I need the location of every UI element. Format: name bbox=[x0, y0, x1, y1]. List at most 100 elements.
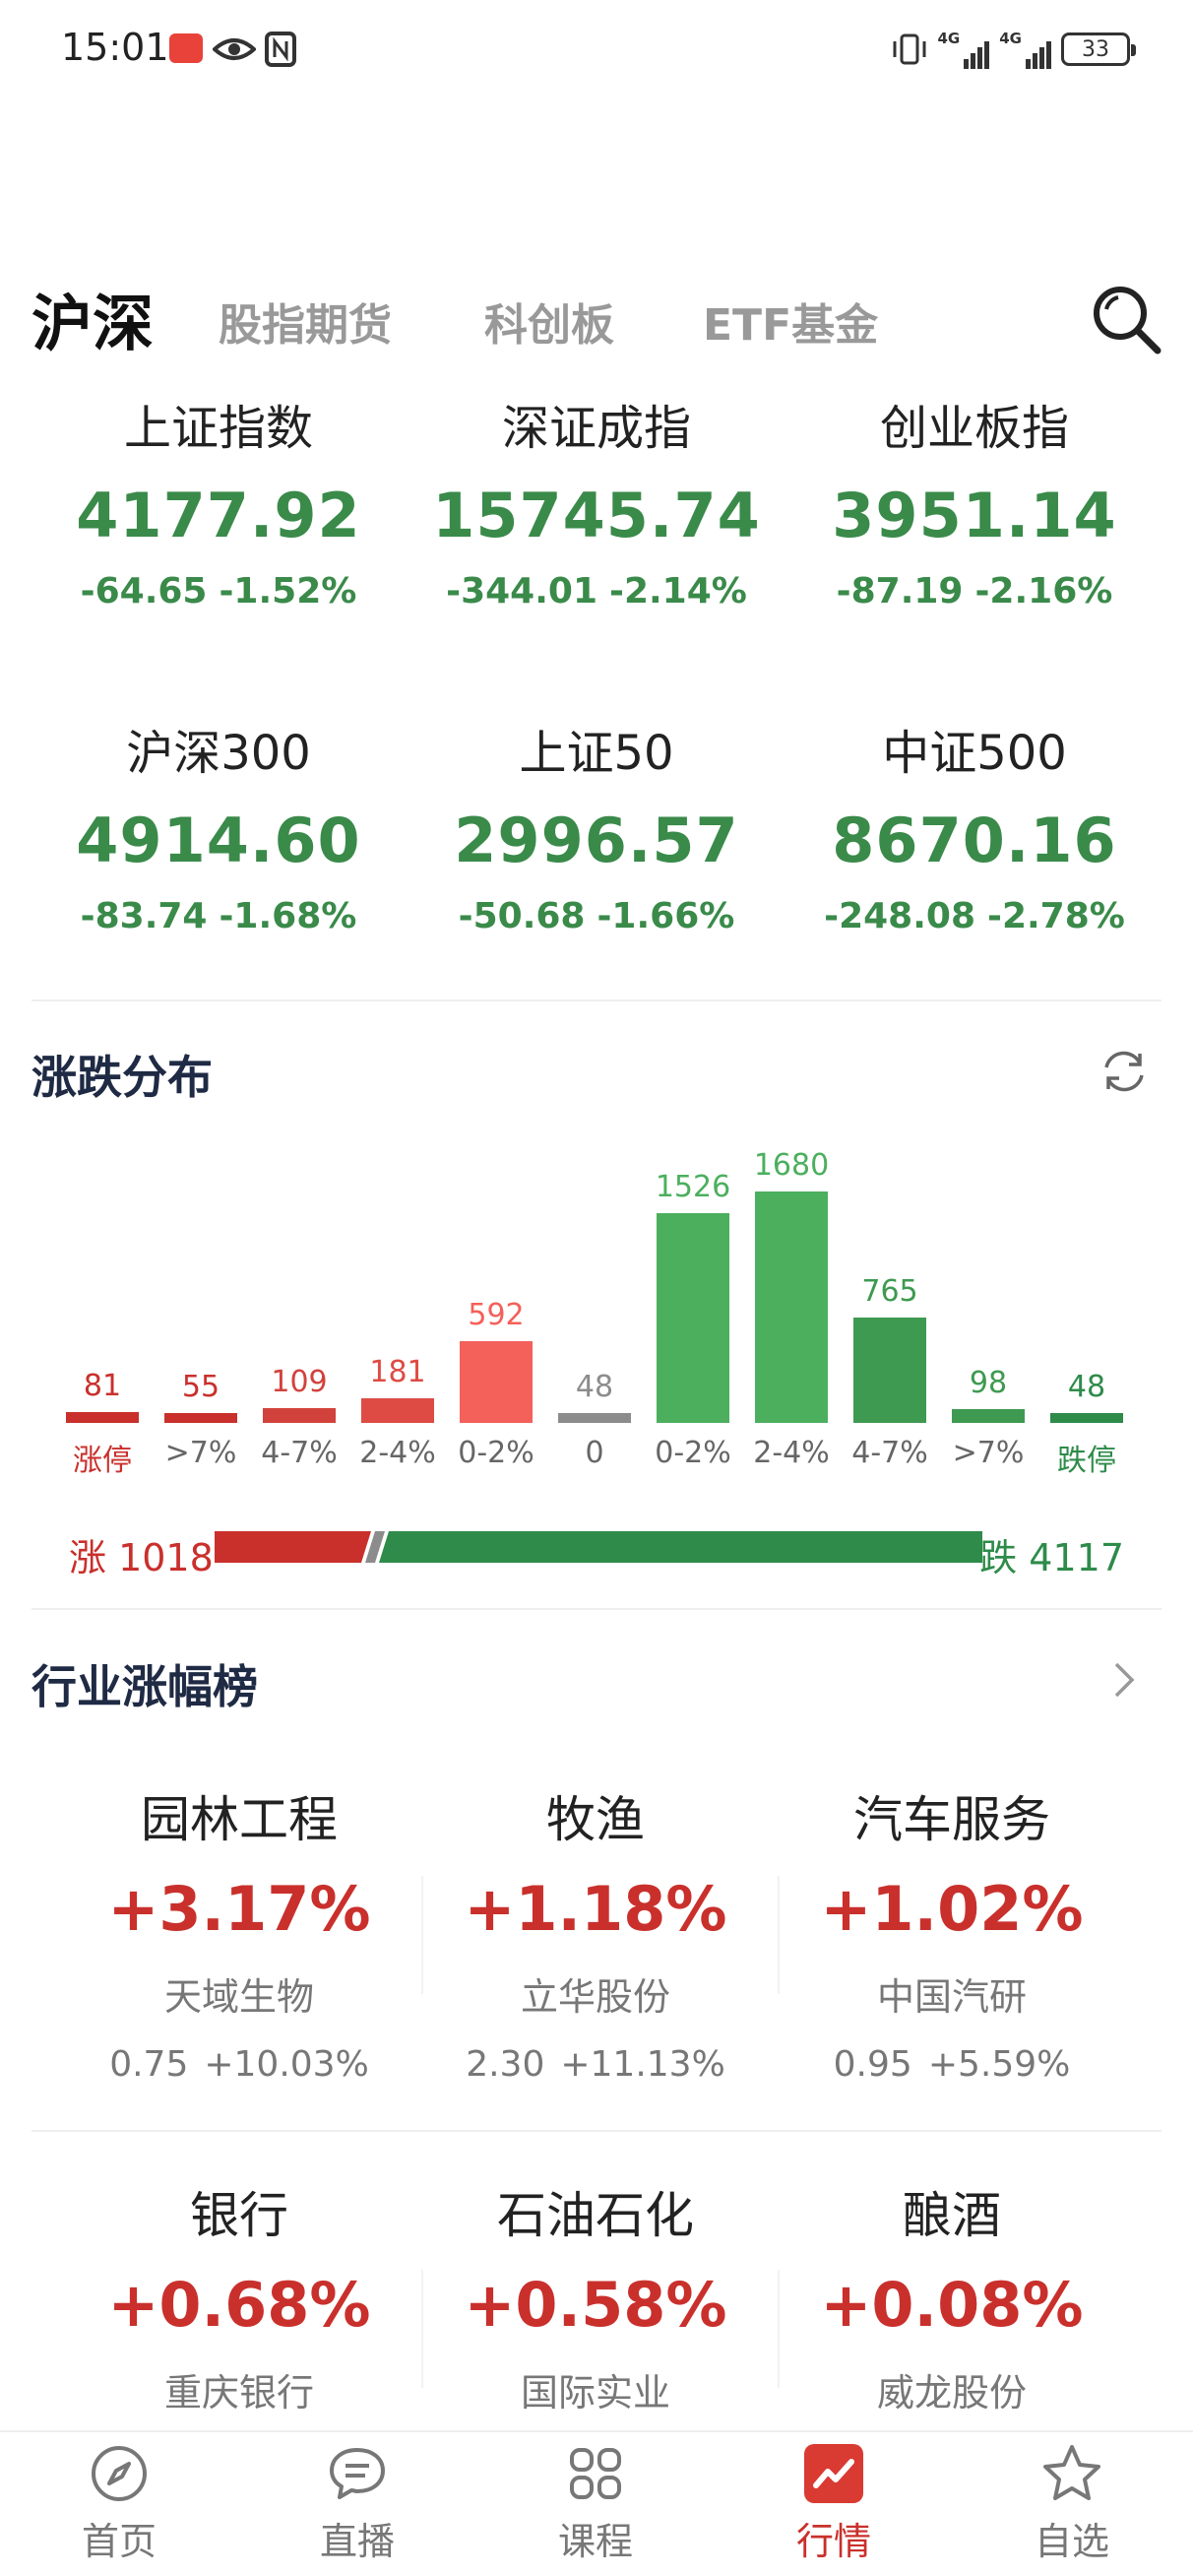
industry-card[interactable]: 银行 +0.68% 重庆银行 bbox=[61, 2176, 417, 2416]
index-card[interactable]: 创业板指 3951.14 -87.19 -2.16% bbox=[783, 389, 1166, 612]
compass-icon bbox=[92, 2446, 147, 2501]
industry-card[interactable]: 酿酒 +0.08% 威龙股份 bbox=[774, 2176, 1130, 2416]
index-change: -50.68 -1.66% bbox=[458, 896, 735, 936]
industry-pct: +1.18% bbox=[464, 1873, 727, 1945]
chat-bubble-icon bbox=[330, 2448, 385, 2499]
bar-value-label: 1526 bbox=[655, 1170, 731, 1204]
bar-category-label: >7% bbox=[164, 1436, 237, 1470]
lead-stock-quote: 0.95 +5.59% bbox=[833, 2044, 1071, 2085]
nav-market[interactable]: 行情 bbox=[715, 2442, 953, 2565]
status-bar: 15:01 4G 4G 33 bbox=[0, 0, 1193, 98]
index-name: 创业板指 bbox=[879, 401, 1069, 456]
bar-category-label: 涨停 bbox=[73, 1444, 132, 1478]
chart-bar bbox=[164, 1413, 237, 1423]
bar-value-label: 181 bbox=[369, 1355, 426, 1389]
app-notification-icon bbox=[169, 33, 203, 63]
index-card[interactable]: 上证指数 4177.92 -64.65 -1.52% bbox=[27, 389, 410, 612]
distribution-title: 涨跌分布 bbox=[31, 1051, 213, 1104]
index-change: -83.74 -1.68% bbox=[80, 896, 357, 936]
bar-category-label: 跌停 bbox=[1057, 1444, 1116, 1478]
bar-value-label: 55 bbox=[181, 1370, 220, 1404]
tab-index-futures[interactable]: 股指期货 bbox=[219, 290, 392, 353]
bar-value-label: 98 bbox=[969, 1366, 1008, 1400]
index-name: 上证指数 bbox=[123, 401, 313, 456]
index-value: 2996.57 bbox=[454, 805, 739, 876]
tab-hushen[interactable]: 沪深 bbox=[31, 274, 154, 362]
index-card[interactable]: 沪深300 4914.60 -83.74 -1.68% bbox=[27, 714, 410, 936]
bar-value-label: 81 bbox=[83, 1369, 122, 1403]
distribution-chart: 81 涨停 55 >7% 109 4-7% 181 2-4% 592 0-2% 48 0 1526 0-2… bbox=[0, 1123, 1193, 1497]
tab-etf[interactable]: ETF基金 bbox=[703, 290, 878, 353]
nav-courses[interactable]: 课程 bbox=[476, 2442, 715, 2565]
search-icon[interactable] bbox=[1087, 280, 1165, 358]
index-card[interactable]: 中证500 8670.16 -248.08 -2.78% bbox=[783, 714, 1166, 936]
bar-value-label: 48 bbox=[1067, 1370, 1106, 1404]
chevron-right-icon[interactable] bbox=[1104, 1658, 1144, 1702]
index-name: 中证500 bbox=[882, 726, 1067, 781]
bar-category-label: 2-4% bbox=[359, 1436, 436, 1470]
battery-icon: 33 bbox=[1061, 32, 1136, 66]
index-value: 3951.14 bbox=[832, 480, 1117, 551]
lead-stock-quote: 0.75 +10.03% bbox=[109, 2044, 369, 2085]
chart-bar bbox=[657, 1213, 729, 1423]
index-value: 4914.60 bbox=[76, 805, 361, 876]
nav-watchlist[interactable]: 自选 bbox=[953, 2442, 1191, 2565]
signal-icon: 4G bbox=[938, 30, 990, 69]
lead-stock: 威龙股份 bbox=[876, 2371, 1027, 2415]
bar-value-label: 109 bbox=[271, 1365, 328, 1399]
industry-card[interactable]: 石油石化 +0.58% 国际实业 bbox=[417, 2176, 774, 2416]
nfc-icon bbox=[265, 32, 296, 67]
status-right: 4G 4G 33 bbox=[891, 28, 1136, 71]
signal-icon: 4G bbox=[999, 30, 1051, 69]
chart-bar bbox=[853, 1318, 926, 1423]
ratio-up-segment bbox=[215, 1531, 371, 1563]
bar-category-label: >7% bbox=[952, 1436, 1025, 1470]
index-value: 8670.16 bbox=[832, 805, 1117, 876]
industry-card[interactable]: 园林工程 +3.17% 天域生物 0.75 +10.03% bbox=[61, 1780, 417, 2085]
industry-pct: +0.68% bbox=[107, 2269, 371, 2341]
star-icon bbox=[1043, 2445, 1100, 2500]
industry-name: 酿酒 bbox=[903, 2187, 1001, 2244]
industry-pct: +3.17% bbox=[107, 1873, 371, 1945]
ratio-down-segment bbox=[379, 1531, 982, 1563]
industry-name: 汽车服务 bbox=[853, 1791, 1050, 1848]
bar-value-label: 592 bbox=[468, 1298, 525, 1332]
chart-bar bbox=[361, 1398, 434, 1423]
grid-icon bbox=[570, 2448, 621, 2499]
chart-bar bbox=[558, 1413, 631, 1423]
industry-pct: +0.58% bbox=[464, 2269, 727, 2341]
lead-stock: 中国汽研 bbox=[876, 1975, 1027, 2019]
chart-bar bbox=[952, 1409, 1025, 1423]
industry-card[interactable]: 牧渔 +1.18% 立华股份 2.30 +11.13% bbox=[417, 1780, 774, 2085]
bar-category-label: 0-2% bbox=[655, 1436, 731, 1470]
refresh-icon[interactable] bbox=[1097, 1044, 1152, 1099]
index-name: 上证50 bbox=[519, 726, 674, 781]
bar-category-label: 0-2% bbox=[458, 1436, 534, 1470]
tab-star-market[interactable]: 科创板 bbox=[484, 290, 614, 353]
down-count: 跌 4117 bbox=[979, 1536, 1124, 1579]
chart-bar bbox=[66, 1412, 139, 1423]
index-name: 深证成指 bbox=[501, 401, 691, 456]
bar-category-label: 4-7% bbox=[261, 1436, 338, 1470]
chart-bar bbox=[460, 1341, 533, 1423]
nav-live[interactable]: 直播 bbox=[238, 2442, 476, 2565]
nav-home[interactable]: 首页 bbox=[0, 2442, 238, 2565]
up-count: 涨 1018 bbox=[69, 1536, 214, 1579]
bar-category-label: 4-7% bbox=[851, 1436, 928, 1470]
industry-card[interactable]: 汽车服务 +1.02% 中国汽研 0.95 +5.59% bbox=[774, 1780, 1130, 2085]
up-down-ratio: 涨 1018 跌 4117 bbox=[0, 1521, 1193, 1580]
index-card[interactable]: 深证成指 15745.74 -344.01 -2.14% bbox=[405, 389, 788, 612]
index-name: 沪深300 bbox=[126, 726, 311, 781]
index-card[interactable]: 上证50 2996.57 -50.68 -1.66% bbox=[405, 714, 788, 936]
nav-label: 课程 bbox=[557, 2520, 633, 2563]
bar-value-label: 1680 bbox=[753, 1148, 830, 1183]
bar-category-label: 0 bbox=[585, 1436, 604, 1470]
industry-pct: +1.02% bbox=[820, 1873, 1084, 1945]
divider bbox=[31, 1608, 1162, 1610]
nav-label: 自选 bbox=[1034, 2520, 1109, 2563]
bar-value-label: 48 bbox=[575, 1370, 614, 1404]
nav-label: 首页 bbox=[81, 2520, 157, 2563]
market-tabs: 沪深 股指期货 科创板 ETF基金 bbox=[0, 266, 1193, 364]
lead-stock: 国际实业 bbox=[520, 2371, 670, 2415]
industry-title: 行业涨幅榜 bbox=[31, 1660, 258, 1713]
